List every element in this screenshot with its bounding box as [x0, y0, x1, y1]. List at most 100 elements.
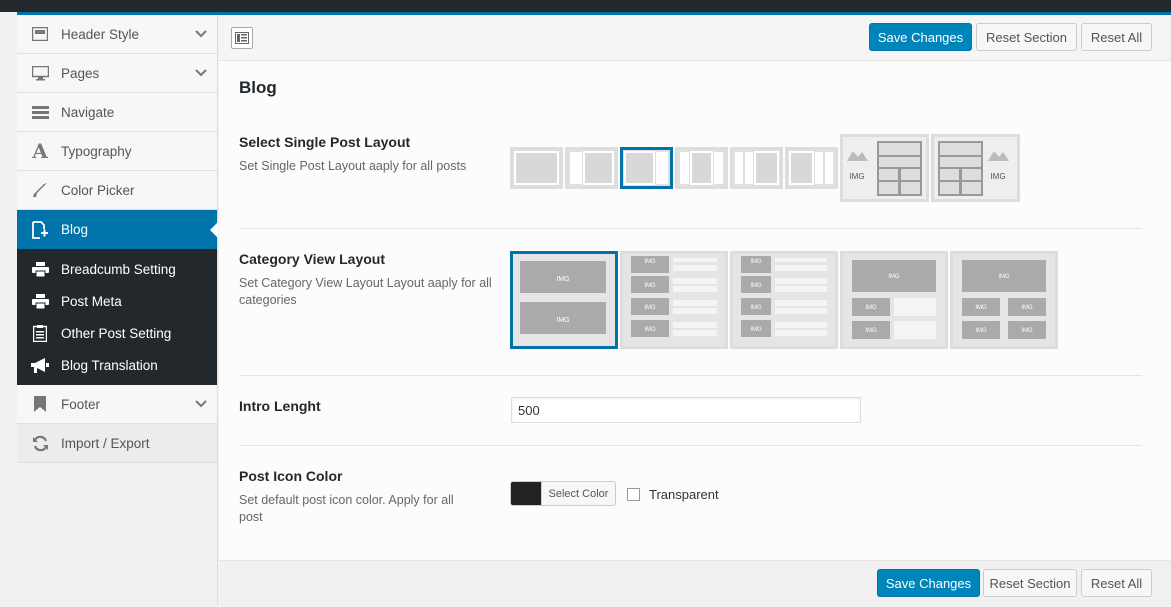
category-layout-title: Category View Layout — [239, 251, 386, 267]
reset-section-button-bottom[interactable]: Reset Section — [983, 569, 1077, 597]
sidebar-sub-item-blog-translation[interactable]: Blog Translation — [17, 349, 217, 381]
chevron-down-icon — [195, 69, 207, 77]
svg-text:IMG: IMG — [556, 317, 569, 324]
sidebar-sub-item-other-post-setting[interactable]: Other Post Setting — [17, 317, 217, 349]
chevron-down-icon — [195, 400, 207, 408]
sidebar-sub-item-post-meta[interactable]: Post Meta — [17, 285, 217, 317]
single-layout-option-both-sidebars[interactable] — [675, 147, 728, 189]
sidebar-item-navigate[interactable]: Navigate — [17, 93, 217, 132]
single-layout-option-two-right[interactable] — [785, 147, 838, 189]
intro-length-title: Intro Lenght — [239, 398, 321, 414]
refresh-icon — [31, 434, 49, 452]
svg-text:IMG: IMG — [750, 327, 762, 333]
svg-text:IMG: IMG — [750, 305, 762, 311]
select-color-label: Select Color — [541, 482, 615, 505]
sidebar-item-header-style[interactable]: Header Style — [17, 15, 217, 54]
reset-section-button[interactable]: Reset Section — [976, 23, 1077, 51]
sidebar-item-label: Import / Export — [61, 435, 150, 451]
single-layout-option-two-left[interactable] — [730, 147, 783, 189]
select-color-button[interactable]: Select Color — [510, 481, 616, 506]
svg-text:IMG: IMG — [644, 327, 656, 333]
category-layout-desc: Set Category View Layout Layout aaply fo… — [239, 276, 492, 307]
options-main-panel: Save Changes Reset Section Reset All Blo… — [219, 15, 1171, 605]
single-post-layout-title: Select Single Post Layout — [239, 134, 411, 150]
svg-text:IMG: IMG — [750, 259, 762, 265]
post-icon-color-desc: Set default post icon color. Apply for a… — [239, 493, 454, 524]
category-layout-option-featured-grid[interactable]: IMG IMG IMG IMG IMG — [950, 251, 1058, 349]
sidebar-item-label: Navigate — [61, 104, 115, 120]
svg-text:IMG: IMG — [644, 283, 656, 289]
printer-icon — [31, 292, 49, 310]
svg-text:IMG: IMG — [975, 328, 987, 334]
sidebar-item-label: Typography — [61, 143, 132, 159]
sidebar-item-label: Pages — [61, 65, 100, 81]
svg-text:IMG: IMG — [888, 274, 900, 280]
admin-top-bar — [0, 0, 1171, 12]
blog-subnav: Breadcumb Setting Post Meta Other Post S… — [17, 249, 217, 385]
divider — [239, 375, 1142, 376]
sidebar-item-blog[interactable]: Blog — [17, 210, 218, 249]
sidebar-item-label: Blog — [61, 222, 89, 237]
svg-text:IMG: IMG — [1021, 328, 1033, 334]
single-layout-option-left-sidebar[interactable] — [565, 147, 618, 189]
sidebar-item-footer[interactable]: Footer — [17, 385, 217, 424]
transparent-checkbox[interactable] — [627, 488, 640, 501]
category-layout-option-large[interactable]: IMG IMG — [510, 251, 618, 349]
sidebar-item-label: Footer — [61, 396, 101, 412]
layout-icon — [31, 25, 49, 43]
menu-icon — [31, 103, 49, 121]
svg-text:IMG: IMG — [556, 276, 569, 283]
category-layout-option-list[interactable]: IMG IMG IMG IMG — [620, 251, 728, 349]
section-title: Blog — [239, 78, 277, 97]
single-layout-option-image-left[interactable]: IMG — [840, 134, 929, 202]
single-layout-option-full[interactable] — [510, 147, 563, 189]
color-swatch — [511, 482, 541, 505]
category-layout-option-list-alt[interactable]: IMG IMG IMG IMG — [730, 251, 838, 349]
sidebar-item-pages[interactable]: Pages — [17, 54, 217, 93]
clipboard-icon — [31, 324, 49, 342]
sidebar-item-typography[interactable]: A Typography — [17, 132, 217, 171]
save-changes-button-bottom[interactable]: Save Changes — [877, 569, 980, 597]
single-layout-option-right-sidebar[interactable] — [620, 147, 673, 189]
category-layout-option-featured-list[interactable]: IMG IMG IMG — [840, 251, 948, 349]
bookmark-icon — [31, 395, 49, 413]
sidebar-sub-item-label: Blog Translation — [61, 357, 158, 373]
svg-text:IMG: IMG — [990, 172, 1005, 181]
options-sidebar: Header Style Pages Navigate A Typography… — [17, 15, 218, 605]
svg-text:IMG: IMG — [975, 305, 987, 311]
desktop-icon — [31, 64, 49, 82]
bottom-toolbar: Save Changes Reset Section Reset All — [219, 560, 1171, 605]
svg-text:IMG: IMG — [998, 274, 1010, 280]
svg-text:IMG: IMG — [644, 305, 656, 311]
typography-icon: A — [32, 139, 48, 163]
sidebar-item-import-export[interactable]: Import / Export — [17, 424, 217, 463]
single-post-layout-desc: Set Single Post Layout aaply for all pos… — [239, 159, 467, 173]
sidebar-sub-item-breadcumb[interactable]: Breadcumb Setting — [17, 253, 217, 285]
save-changes-button[interactable]: Save Changes — [869, 23, 972, 51]
post-icon-color-title: Post Icon Color — [239, 468, 343, 484]
svg-text:IMG: IMG — [849, 172, 864, 181]
divider — [239, 228, 1142, 229]
brush-icon — [31, 181, 49, 199]
top-toolbar: Save Changes Reset Section Reset All — [219, 15, 1171, 61]
reset-all-button[interactable]: Reset All — [1081, 23, 1152, 51]
transparent-label: Transparent — [649, 487, 719, 502]
add-page-icon — [31, 220, 49, 239]
svg-text:IMG: IMG — [644, 259, 656, 265]
svg-text:IMG: IMG — [750, 283, 762, 289]
chevron-down-icon — [195, 30, 207, 38]
reset-all-button-bottom[interactable]: Reset All — [1081, 569, 1152, 597]
svg-text:IMG: IMG — [865, 305, 877, 311]
layout-icon — [235, 32, 249, 44]
divider — [239, 445, 1142, 446]
sidebar-sub-item-label: Post Meta — [61, 293, 122, 309]
printer-icon — [31, 260, 49, 278]
single-layout-option-image-right[interactable]: IMG — [931, 134, 1020, 202]
sidebar-sub-item-label: Other Post Setting — [61, 325, 172, 341]
expand-toggle-button[interactable] — [231, 27, 253, 49]
sidebar-item-color-picker[interactable]: Color Picker — [17, 171, 217, 210]
sidebar-sub-item-label: Breadcumb Setting — [61, 261, 176, 277]
svg-text:IMG: IMG — [865, 328, 877, 334]
sidebar-item-label: Color Picker — [61, 182, 135, 198]
intro-length-input[interactable]: 500 — [511, 397, 861, 423]
